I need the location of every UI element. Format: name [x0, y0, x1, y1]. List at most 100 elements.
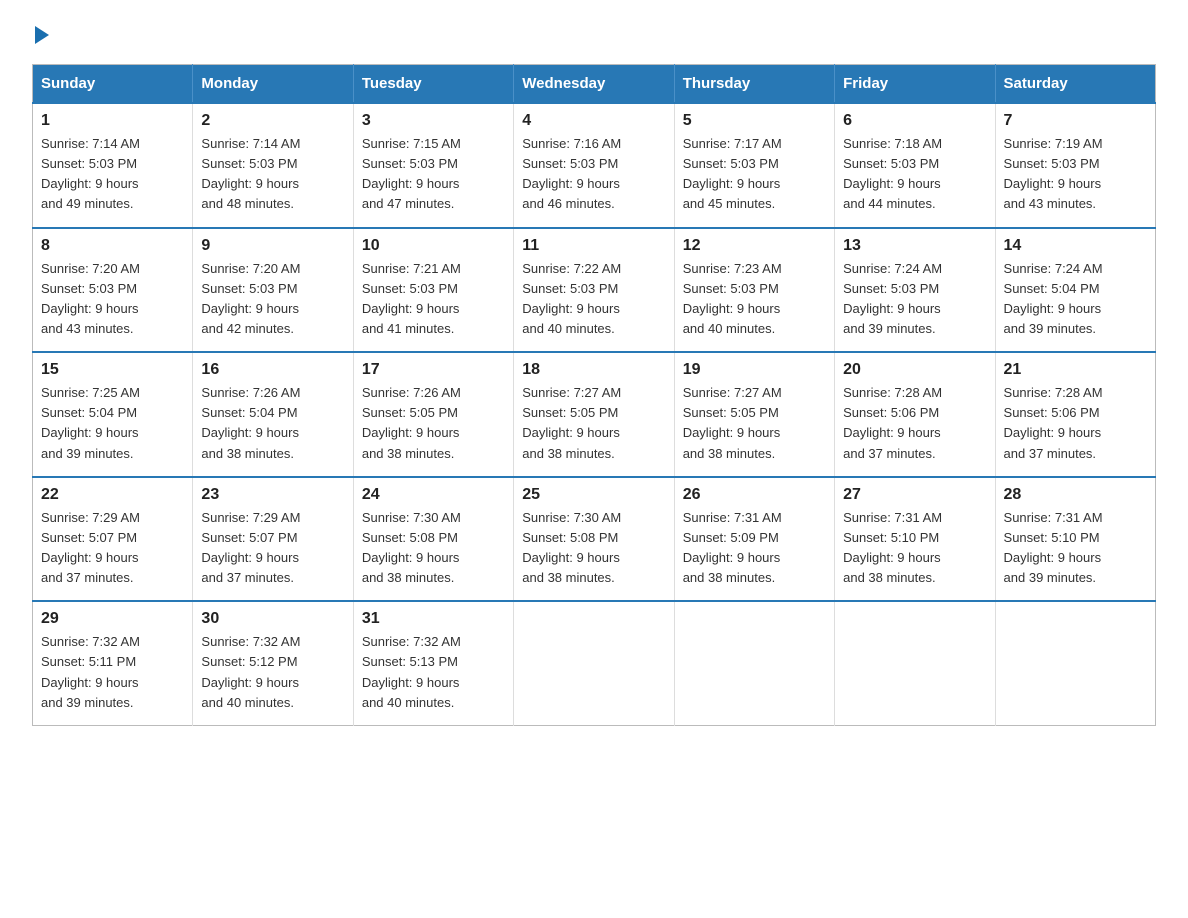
day-info: Sunrise: 7:24 AM Sunset: 5:03 PM Dayligh… [843, 259, 986, 340]
day-info: Sunrise: 7:14 AM Sunset: 5:03 PM Dayligh… [201, 134, 344, 215]
day-number: 27 [843, 486, 986, 504]
day-number: 31 [362, 610, 505, 628]
day-number: 15 [41, 361, 184, 379]
day-number: 12 [683, 237, 826, 255]
day-number: 10 [362, 237, 505, 255]
calendar-cell: 24 Sunrise: 7:30 AM Sunset: 5:08 PM Dayl… [353, 477, 513, 602]
day-info: Sunrise: 7:30 AM Sunset: 5:08 PM Dayligh… [522, 508, 665, 589]
calendar-cell: 23 Sunrise: 7:29 AM Sunset: 5:07 PM Dayl… [193, 477, 353, 602]
day-info: Sunrise: 7:22 AM Sunset: 5:03 PM Dayligh… [522, 259, 665, 340]
day-info: Sunrise: 7:20 AM Sunset: 5:03 PM Dayligh… [201, 259, 344, 340]
calendar-cell: 13 Sunrise: 7:24 AM Sunset: 5:03 PM Dayl… [835, 228, 995, 353]
calendar-cell: 21 Sunrise: 7:28 AM Sunset: 5:06 PM Dayl… [995, 352, 1155, 477]
weekday-header-friday: Friday [835, 65, 995, 104]
day-info: Sunrise: 7:29 AM Sunset: 5:07 PM Dayligh… [201, 508, 344, 589]
calendar-cell: 11 Sunrise: 7:22 AM Sunset: 5:03 PM Dayl… [514, 228, 674, 353]
weekday-header-wednesday: Wednesday [514, 65, 674, 104]
weekday-header-row: SundayMondayTuesdayWednesdayThursdayFrid… [33, 65, 1156, 104]
calendar-cell: 17 Sunrise: 7:26 AM Sunset: 5:05 PM Dayl… [353, 352, 513, 477]
day-number: 5 [683, 112, 826, 130]
day-number: 14 [1004, 237, 1147, 255]
day-info: Sunrise: 7:28 AM Sunset: 5:06 PM Dayligh… [843, 383, 986, 464]
day-number: 26 [683, 486, 826, 504]
calendar-cell: 7 Sunrise: 7:19 AM Sunset: 5:03 PM Dayli… [995, 103, 1155, 228]
day-number: 8 [41, 237, 184, 255]
weekday-header-tuesday: Tuesday [353, 65, 513, 104]
day-number: 4 [522, 112, 665, 130]
day-number: 6 [843, 112, 986, 130]
day-info: Sunrise: 7:17 AM Sunset: 5:03 PM Dayligh… [683, 134, 826, 215]
calendar-cell: 18 Sunrise: 7:27 AM Sunset: 5:05 PM Dayl… [514, 352, 674, 477]
day-info: Sunrise: 7:15 AM Sunset: 5:03 PM Dayligh… [362, 134, 505, 215]
calendar-table: SundayMondayTuesdayWednesdayThursdayFrid… [32, 64, 1156, 726]
calendar-cell: 19 Sunrise: 7:27 AM Sunset: 5:05 PM Dayl… [674, 352, 834, 477]
day-number: 16 [201, 361, 344, 379]
calendar-cell: 28 Sunrise: 7:31 AM Sunset: 5:10 PM Dayl… [995, 477, 1155, 602]
calendar-header: SundayMondayTuesdayWednesdayThursdayFrid… [33, 65, 1156, 104]
day-info: Sunrise: 7:26 AM Sunset: 5:04 PM Dayligh… [201, 383, 344, 464]
calendar-cell: 4 Sunrise: 7:16 AM Sunset: 5:03 PM Dayli… [514, 103, 674, 228]
logo-arrow-icon [35, 26, 49, 44]
calendar-cell: 1 Sunrise: 7:14 AM Sunset: 5:03 PM Dayli… [33, 103, 193, 228]
calendar-cell: 26 Sunrise: 7:31 AM Sunset: 5:09 PM Dayl… [674, 477, 834, 602]
day-number: 24 [362, 486, 505, 504]
calendar-cell: 15 Sunrise: 7:25 AM Sunset: 5:04 PM Dayl… [33, 352, 193, 477]
day-info: Sunrise: 7:31 AM Sunset: 5:10 PM Dayligh… [1004, 508, 1147, 589]
calendar-cell: 29 Sunrise: 7:32 AM Sunset: 5:11 PM Dayl… [33, 601, 193, 725]
calendar-cell: 27 Sunrise: 7:31 AM Sunset: 5:10 PM Dayl… [835, 477, 995, 602]
calendar-week-row: 8 Sunrise: 7:20 AM Sunset: 5:03 PM Dayli… [33, 228, 1156, 353]
day-number: 21 [1004, 361, 1147, 379]
day-number: 1 [41, 112, 184, 130]
calendar-cell: 20 Sunrise: 7:28 AM Sunset: 5:06 PM Dayl… [835, 352, 995, 477]
calendar-cell: 25 Sunrise: 7:30 AM Sunset: 5:08 PM Dayl… [514, 477, 674, 602]
day-info: Sunrise: 7:18 AM Sunset: 5:03 PM Dayligh… [843, 134, 986, 215]
day-info: Sunrise: 7:26 AM Sunset: 5:05 PM Dayligh… [362, 383, 505, 464]
day-number: 13 [843, 237, 986, 255]
calendar-cell: 9 Sunrise: 7:20 AM Sunset: 5:03 PM Dayli… [193, 228, 353, 353]
calendar-cell [674, 601, 834, 725]
day-number: 20 [843, 361, 986, 379]
calendar-cell: 2 Sunrise: 7:14 AM Sunset: 5:03 PM Dayli… [193, 103, 353, 228]
calendar-cell: 10 Sunrise: 7:21 AM Sunset: 5:03 PM Dayl… [353, 228, 513, 353]
calendar-week-row: 29 Sunrise: 7:32 AM Sunset: 5:11 PM Dayl… [33, 601, 1156, 725]
day-info: Sunrise: 7:31 AM Sunset: 5:09 PM Dayligh… [683, 508, 826, 589]
day-info: Sunrise: 7:30 AM Sunset: 5:08 PM Dayligh… [362, 508, 505, 589]
day-number: 22 [41, 486, 184, 504]
calendar-body: 1 Sunrise: 7:14 AM Sunset: 5:03 PM Dayli… [33, 103, 1156, 725]
day-info: Sunrise: 7:21 AM Sunset: 5:03 PM Dayligh… [362, 259, 505, 340]
day-info: Sunrise: 7:19 AM Sunset: 5:03 PM Dayligh… [1004, 134, 1147, 215]
calendar-week-row: 1 Sunrise: 7:14 AM Sunset: 5:03 PM Dayli… [33, 103, 1156, 228]
weekday-header-saturday: Saturday [995, 65, 1155, 104]
day-info: Sunrise: 7:25 AM Sunset: 5:04 PM Dayligh… [41, 383, 184, 464]
day-info: Sunrise: 7:24 AM Sunset: 5:04 PM Dayligh… [1004, 259, 1147, 340]
calendar-cell [514, 601, 674, 725]
day-number: 7 [1004, 112, 1147, 130]
day-info: Sunrise: 7:32 AM Sunset: 5:11 PM Dayligh… [41, 632, 184, 713]
day-number: 25 [522, 486, 665, 504]
day-number: 17 [362, 361, 505, 379]
day-info: Sunrise: 7:14 AM Sunset: 5:03 PM Dayligh… [41, 134, 184, 215]
logo [32, 24, 49, 44]
calendar-cell: 5 Sunrise: 7:17 AM Sunset: 5:03 PM Dayli… [674, 103, 834, 228]
day-number: 28 [1004, 486, 1147, 504]
day-number: 3 [362, 112, 505, 130]
calendar-cell: 8 Sunrise: 7:20 AM Sunset: 5:03 PM Dayli… [33, 228, 193, 353]
day-info: Sunrise: 7:27 AM Sunset: 5:05 PM Dayligh… [683, 383, 826, 464]
calendar-cell [995, 601, 1155, 725]
calendar-week-row: 22 Sunrise: 7:29 AM Sunset: 5:07 PM Dayl… [33, 477, 1156, 602]
calendar-cell: 22 Sunrise: 7:29 AM Sunset: 5:07 PM Dayl… [33, 477, 193, 602]
day-info: Sunrise: 7:32 AM Sunset: 5:12 PM Dayligh… [201, 632, 344, 713]
day-info: Sunrise: 7:20 AM Sunset: 5:03 PM Dayligh… [41, 259, 184, 340]
calendar-week-row: 15 Sunrise: 7:25 AM Sunset: 5:04 PM Dayl… [33, 352, 1156, 477]
weekday-header-sunday: Sunday [33, 65, 193, 104]
calendar-cell: 6 Sunrise: 7:18 AM Sunset: 5:03 PM Dayli… [835, 103, 995, 228]
calendar-cell: 30 Sunrise: 7:32 AM Sunset: 5:12 PM Dayl… [193, 601, 353, 725]
day-info: Sunrise: 7:32 AM Sunset: 5:13 PM Dayligh… [362, 632, 505, 713]
weekday-header-monday: Monday [193, 65, 353, 104]
day-number: 9 [201, 237, 344, 255]
calendar-cell: 31 Sunrise: 7:32 AM Sunset: 5:13 PM Dayl… [353, 601, 513, 725]
day-info: Sunrise: 7:28 AM Sunset: 5:06 PM Dayligh… [1004, 383, 1147, 464]
day-info: Sunrise: 7:16 AM Sunset: 5:03 PM Dayligh… [522, 134, 665, 215]
weekday-header-thursday: Thursday [674, 65, 834, 104]
day-info: Sunrise: 7:29 AM Sunset: 5:07 PM Dayligh… [41, 508, 184, 589]
